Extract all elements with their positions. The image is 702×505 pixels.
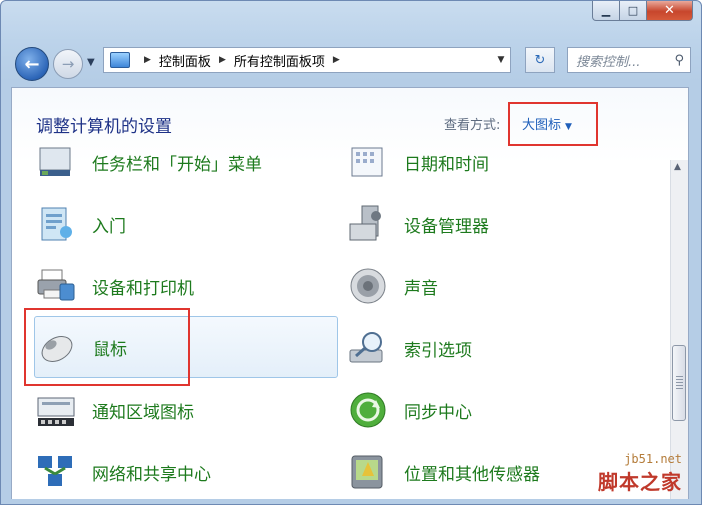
- vertical-scrollbar[interactable]: ▲: [670, 160, 688, 499]
- history-dropdown[interactable]: ▼: [87, 57, 95, 68]
- breadcrumb-separator[interactable]: ▶: [333, 55, 340, 65]
- address-bar[interactable]: ▶ 控制面板 ▶ 所有控制面板项 ▶ ▼: [103, 47, 511, 73]
- highlight-box-mouse: [24, 308, 190, 386]
- control-panel-icon: [110, 52, 130, 68]
- item-sound[interactable]: 声音: [348, 260, 438, 312]
- speaker-icon: [348, 266, 388, 306]
- item-label: 网络和共享中心: [92, 464, 211, 485]
- item-label: 索引选项: [404, 340, 472, 361]
- forward-button[interactable]: →: [53, 49, 83, 79]
- minimize-button[interactable]: ▁: [592, 1, 620, 21]
- navigation-bar: ← → ▼ ▶ 控制面板 ▶ 所有控制面板项 ▶ ▼ ↻ 搜索控制... ⚲: [15, 45, 691, 81]
- control-panel-window: ▁ □ ✕ ← → ▼ ▶ 控制面板 ▶ 所有控制面板项 ▶ ▼ ↻ 搜索控制.…: [0, 0, 702, 505]
- search-icon[interactable]: ⚲: [674, 53, 684, 68]
- printer-icon: [36, 266, 76, 306]
- search-box[interactable]: 搜索控制... ⚲: [567, 47, 691, 73]
- refresh-icon: ↻: [534, 52, 546, 68]
- sync-icon: [348, 390, 388, 430]
- item-taskbar[interactable]: 任务栏和「开始」菜单: [36, 136, 262, 188]
- item-sync-center[interactable]: 同步中心: [348, 384, 472, 436]
- scroll-thumb[interactable]: [672, 345, 686, 421]
- breadcrumb-separator[interactable]: ▶: [219, 55, 226, 65]
- item-label: 位置和其他传感器: [404, 464, 540, 485]
- item-label: 任务栏和「开始」菜单: [92, 154, 262, 175]
- breadcrumb-control-panel[interactable]: 控制面板: [159, 51, 211, 70]
- highlight-box-view: [508, 102, 598, 146]
- item-label: 设备管理器: [404, 216, 489, 237]
- item-date-time[interactable]: 日期和时间: [348, 136, 489, 188]
- close-button[interactable]: ✕: [647, 1, 693, 21]
- location-sensor-icon: [348, 452, 388, 492]
- device-manager-icon: [348, 204, 388, 244]
- scroll-up-icon[interactable]: ▲: [674, 162, 681, 172]
- item-label: 入门: [92, 216, 126, 237]
- item-label: 声音: [404, 278, 438, 299]
- item-label: 日期和时间: [404, 154, 489, 175]
- forward-arrow-icon: →: [61, 55, 75, 73]
- item-label: 同步中心: [404, 402, 472, 423]
- network-icon: [36, 452, 76, 492]
- item-network-sharing[interactable]: 网络和共享中心: [36, 446, 211, 498]
- item-label: 通知区域图标: [92, 402, 194, 423]
- watermark-name: 脚本之家: [598, 470, 682, 494]
- back-button[interactable]: ←: [15, 47, 49, 81]
- item-device-manager[interactable]: 设备管理器: [348, 198, 489, 250]
- item-location-sensors[interactable]: 位置和其他传感器: [348, 446, 540, 498]
- getting-started-icon: [36, 204, 76, 244]
- maximize-button[interactable]: □: [620, 1, 647, 21]
- watermark: jb51.net 脚本之家: [598, 452, 682, 495]
- item-label: 设备和打印机: [92, 278, 194, 299]
- item-indexing-options[interactable]: 索引选项: [348, 322, 472, 374]
- item-devices-printers[interactable]: 设备和打印机: [36, 260, 194, 312]
- calendar-icon: [348, 142, 388, 182]
- watermark-url: jb51.net: [624, 452, 682, 466]
- breadcrumb-separator[interactable]: ▶: [144, 55, 151, 65]
- content-pane: 调整计算机的设置 查看方式: 大图标 ▼ 任务栏和「开始」菜单 入门 设备和打印机: [11, 87, 689, 499]
- address-dropdown-button[interactable]: ▼: [492, 55, 510, 65]
- indexing-icon: [348, 328, 388, 368]
- breadcrumb-all-items[interactable]: 所有控制面板项: [234, 51, 325, 70]
- refresh-button[interactable]: ↻: [525, 47, 555, 73]
- taskbar-icon: [36, 142, 76, 182]
- item-notification-icons[interactable]: 通知区域图标: [36, 384, 194, 436]
- notification-area-icon: [36, 390, 76, 430]
- view-by-label: 查看方式:: [444, 118, 501, 133]
- back-arrow-icon: ←: [24, 53, 40, 75]
- caption-buttons: ▁ □ ✕: [592, 1, 693, 21]
- search-input[interactable]: 搜索控制...: [576, 51, 640, 70]
- page-title: 调整计算机的设置: [36, 117, 172, 137]
- grip-icon: [676, 376, 683, 390]
- item-getting-started[interactable]: 入门: [36, 198, 126, 250]
